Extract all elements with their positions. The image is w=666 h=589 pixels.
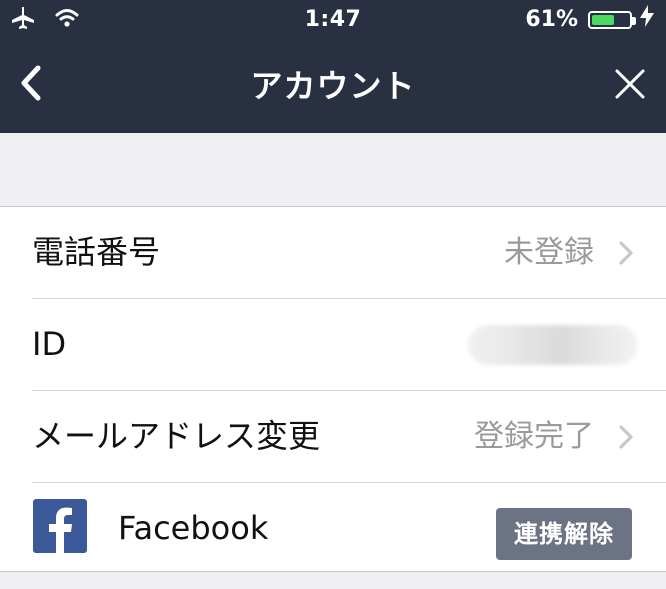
page-title: アカウント [250, 67, 416, 105]
email-change-label: メールアドレス変更 [32, 417, 321, 455]
chevron-right-icon [616, 423, 636, 451]
chevron-right-icon [616, 239, 636, 267]
row-facebook: Facebook 連携解除 [0, 483, 666, 574]
row-id: ID [0, 299, 666, 390]
battery-percentage: 61% [525, 7, 578, 32]
unlink-facebook-button[interactable]: 連携解除 [496, 508, 632, 560]
id-label: ID [32, 325, 67, 363]
close-button[interactable] [604, 60, 656, 112]
phone-number-label: 電話番号 [32, 233, 161, 271]
phone-number-status: 未登録 [504, 235, 594, 270]
account-screen: 1:47 61% アカウント 電話番号 未登録 ID メールアドレス変更 登録完… [0, 0, 666, 589]
nav-bar: アカウント [0, 40, 666, 133]
facebook-label: Facebook [118, 509, 269, 547]
row-email-change[interactable]: メールアドレス変更 登録完了 [0, 391, 666, 482]
close-icon [613, 67, 647, 105]
battery-icon [588, 11, 636, 29]
battery-level-fill [592, 15, 614, 25]
battery-tip [632, 17, 636, 25]
status-bar: 1:47 61% [0, 0, 666, 40]
status-right: 61% [525, 5, 654, 35]
top-spacer [0, 133, 666, 206]
email-status: 登録完了 [474, 419, 594, 454]
id-value-blurred [468, 325, 638, 365]
header: 1:47 61% アカウント [0, 0, 666, 133]
row-phone-number[interactable]: 電話番号 未登録 [0, 207, 666, 298]
facebook-icon [33, 499, 87, 553]
account-settings-list: 電話番号 未登録 ID メールアドレス変更 登録完了 Facebook 連携解除 [0, 206, 666, 572]
bottom-spacer [0, 572, 666, 589]
charging-bolt-icon [640, 5, 654, 35]
